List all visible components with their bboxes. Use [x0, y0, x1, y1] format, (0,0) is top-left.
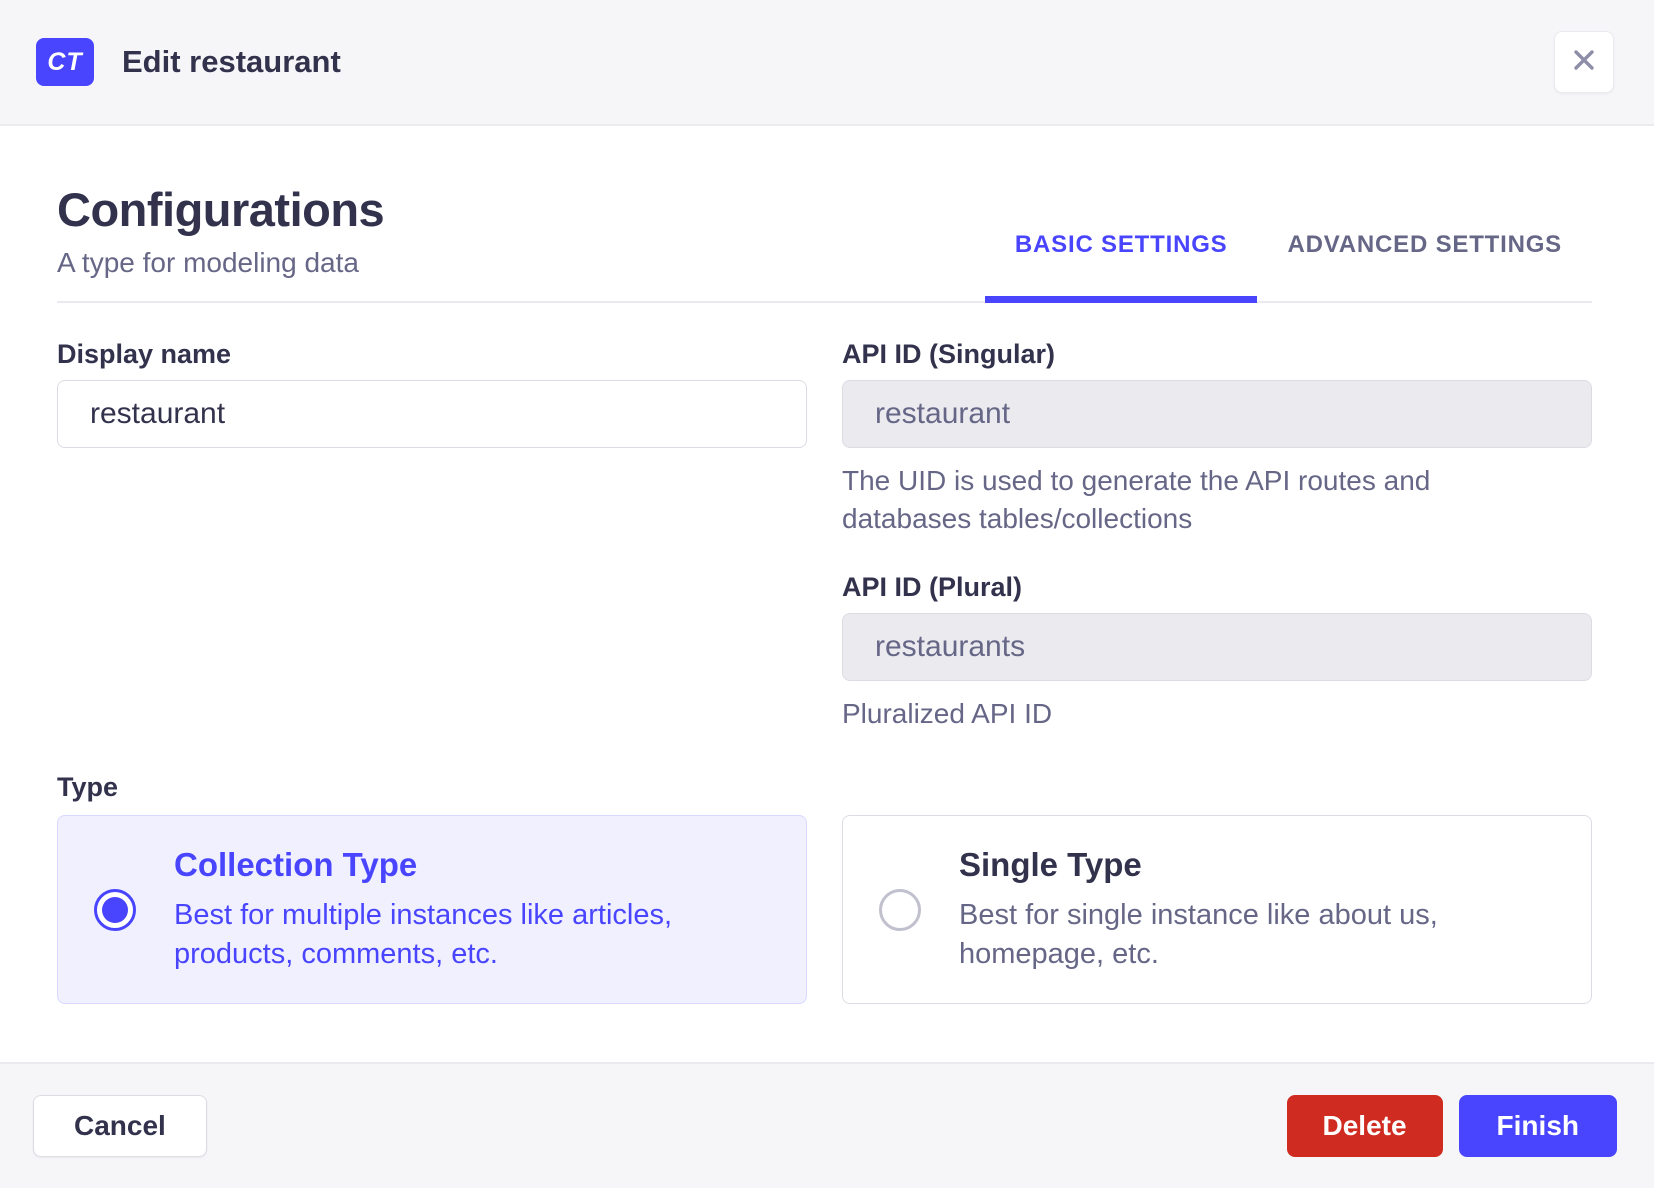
api-id-plural-hint: Pluralized API ID — [842, 695, 1522, 733]
api-id-plural-field-group: API ID (Plural) Pluralized API ID — [842, 572, 1592, 733]
tab-basic-settings[interactable]: BASIC SETTINGS — [985, 231, 1258, 301]
type-section: Type Collection Type Best for multiple i… — [57, 772, 1592, 1004]
single-type-text: Single Type Best for single instance lik… — [959, 846, 1555, 973]
api-id-singular-hint: The UID is used to generate the API rout… — [842, 462, 1522, 538]
form-fields: Display name API ID (Singular) The UID i… — [57, 339, 1592, 732]
close-button[interactable] — [1554, 31, 1614, 93]
modal-footer: Cancel Delete Finish — [0, 1062, 1654, 1188]
left-column: Display name — [57, 339, 807, 732]
display-name-input[interactable] — [57, 380, 807, 448]
modal-body: Configurations A type for modeling data … — [0, 126, 1654, 1062]
page-subtitle: A type for modeling data — [57, 247, 384, 279]
modal-title: Edit restaurant — [122, 44, 341, 80]
single-type-description: Best for single instance like about us, … — [959, 896, 1555, 973]
content-type-badge-label: CT — [47, 48, 82, 77]
tab-advanced-settings[interactable]: ADVANCED SETTINGS — [1257, 231, 1592, 301]
tab-bar: BASIC SETTINGS ADVANCED SETTINGS — [985, 231, 1592, 301]
section-header: Configurations A type for modeling data … — [57, 182, 1592, 303]
display-name-field-group: Display name — [57, 339, 807, 448]
section-heading-block: Configurations A type for modeling data — [57, 182, 384, 301]
cancel-button[interactable]: Cancel — [33, 1095, 207, 1157]
right-column: API ID (Singular) The UID is used to gen… — [842, 339, 1592, 732]
type-options: Collection Type Best for multiple instan… — [57, 815, 1592, 1004]
collection-type-option[interactable]: Collection Type Best for multiple instan… — [57, 815, 807, 1004]
page-title: Configurations — [57, 182, 384, 237]
close-icon — [1569, 45, 1599, 80]
api-id-singular-label: API ID (Singular) — [842, 339, 1592, 370]
type-label: Type — [57, 772, 1592, 803]
collection-type-radio[interactable] — [94, 889, 136, 931]
collection-type-description: Best for multiple instances like article… — [174, 896, 770, 973]
api-id-plural-label: API ID (Plural) — [842, 572, 1592, 603]
delete-button[interactable]: Delete — [1287, 1095, 1443, 1157]
single-type-option[interactable]: Single Type Best for single instance lik… — [842, 815, 1592, 1004]
collection-type-title: Collection Type — [174, 846, 770, 884]
content-type-badge: CT — [36, 38, 94, 86]
api-id-singular-input — [842, 380, 1592, 448]
single-type-radio[interactable] — [879, 889, 921, 931]
finish-button[interactable]: Finish — [1459, 1095, 1617, 1157]
edit-content-type-modal: CT Edit restaurant Configurations A type… — [0, 0, 1654, 1188]
modal-header: CT Edit restaurant — [0, 0, 1654, 126]
single-type-title: Single Type — [959, 846, 1555, 884]
api-id-plural-input — [842, 613, 1592, 681]
api-id-singular-field-group: API ID (Singular) The UID is used to gen… — [842, 339, 1592, 538]
collection-type-text: Collection Type Best for multiple instan… — [174, 846, 770, 973]
display-name-label: Display name — [57, 339, 807, 370]
